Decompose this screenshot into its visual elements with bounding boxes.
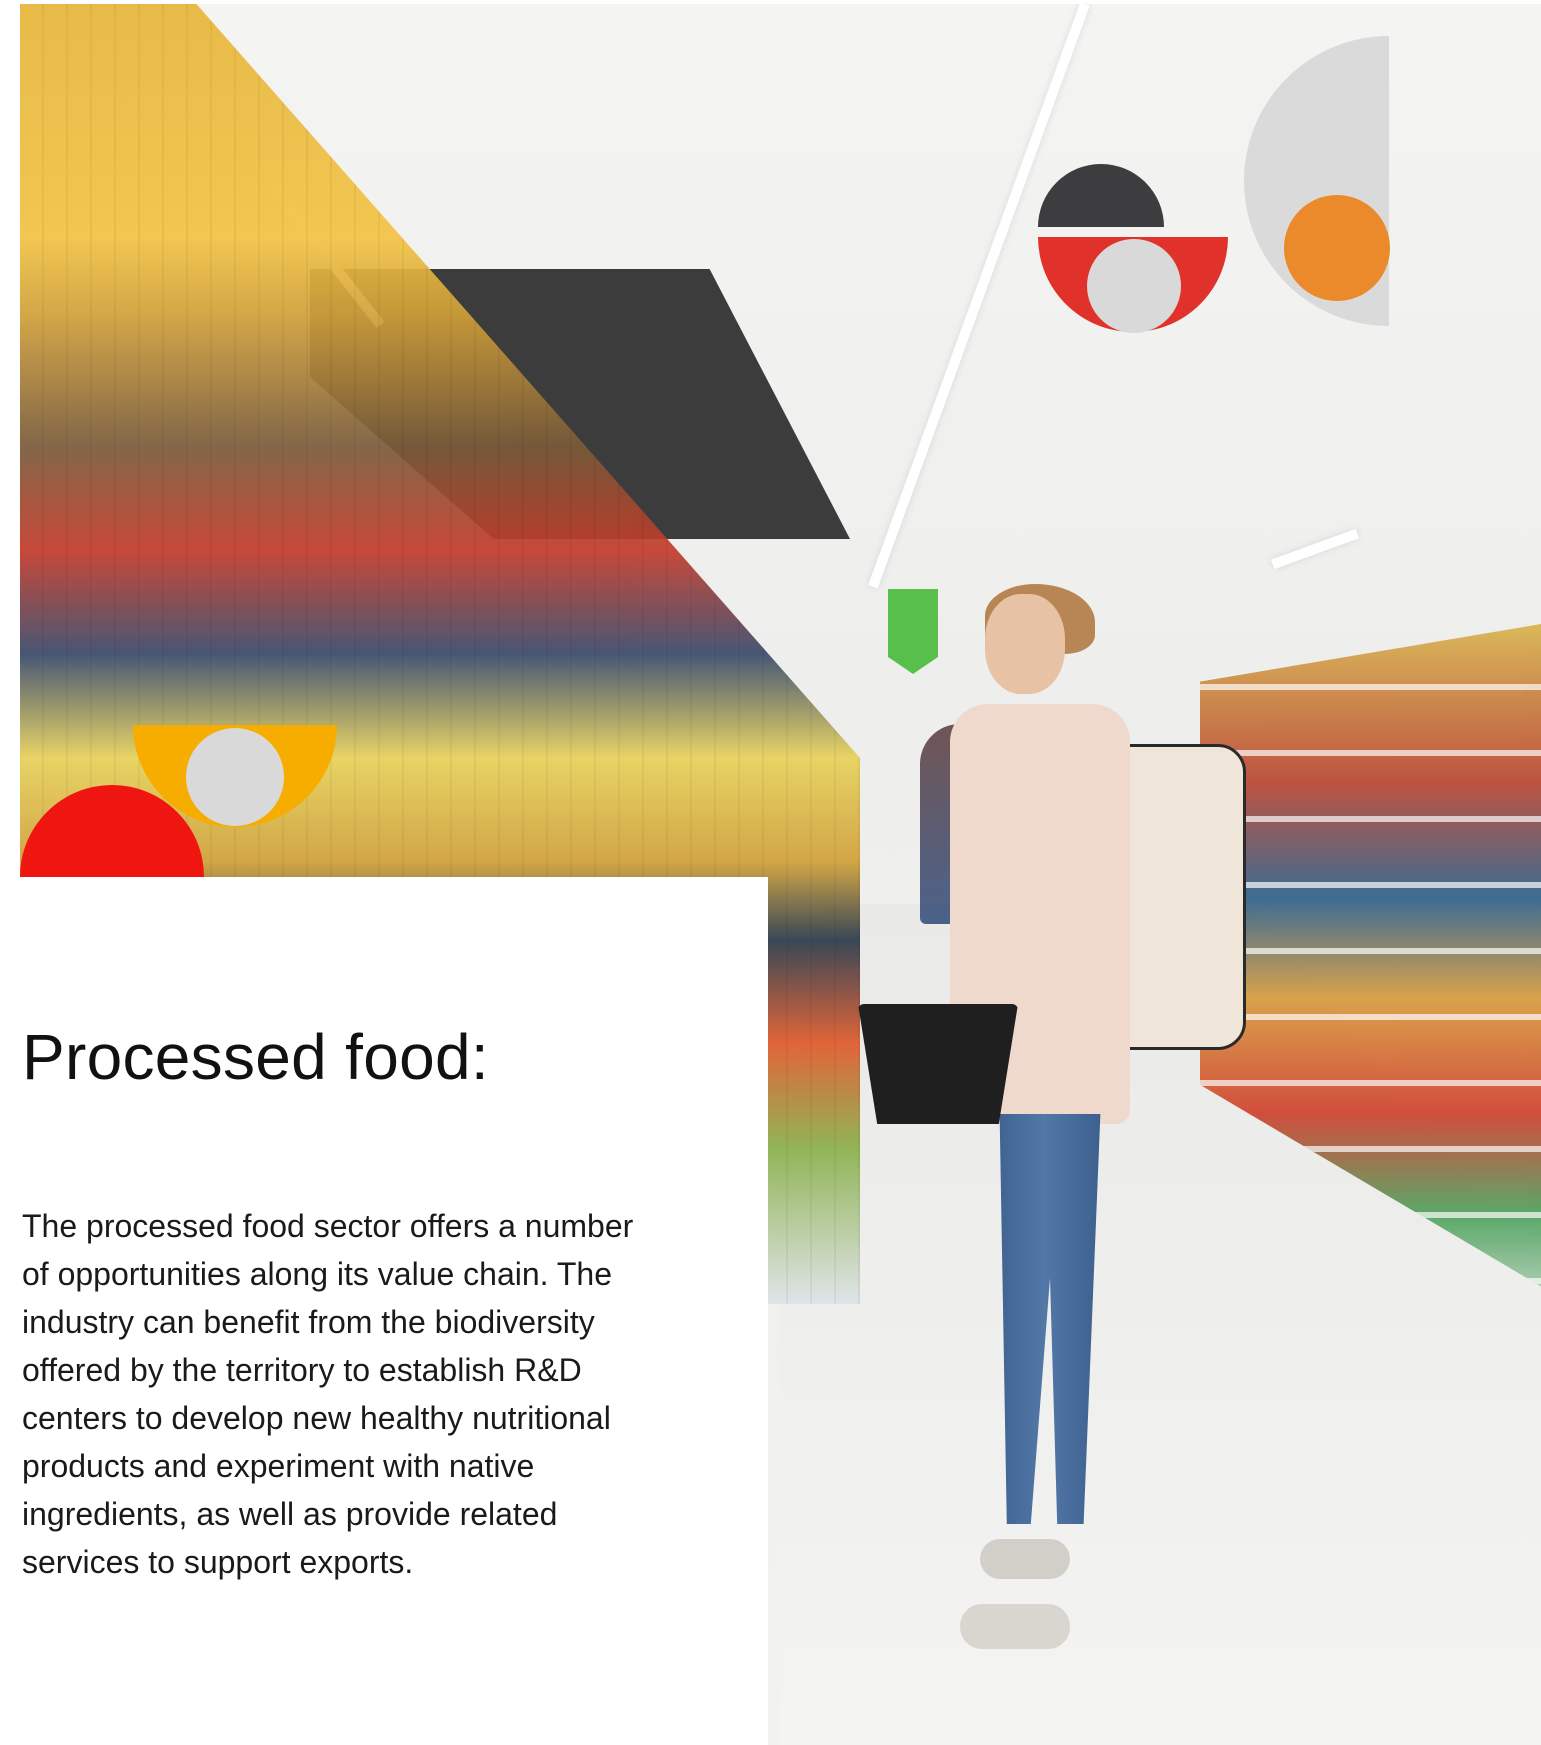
shopper-shoe	[960, 1604, 1070, 1649]
grey-circle	[186, 728, 284, 826]
shopping-basket	[858, 1004, 1018, 1124]
shopper-figure	[920, 584, 1260, 1674]
page: Processed food: The processed food secto…	[0, 0, 1541, 1745]
shopper-shoe	[980, 1539, 1070, 1579]
ceiling-light	[1271, 528, 1359, 570]
body-paragraph: The processed food sector offers a numbe…	[22, 1208, 634, 1580]
shopper-head	[985, 594, 1065, 694]
page-title: Processed food:	[22, 1021, 489, 1093]
orange-circle	[1284, 195, 1390, 301]
ceiling-light	[868, 4, 1090, 589]
grey-circle	[1087, 239, 1181, 333]
shopper-jeans	[999, 1114, 1101, 1524]
